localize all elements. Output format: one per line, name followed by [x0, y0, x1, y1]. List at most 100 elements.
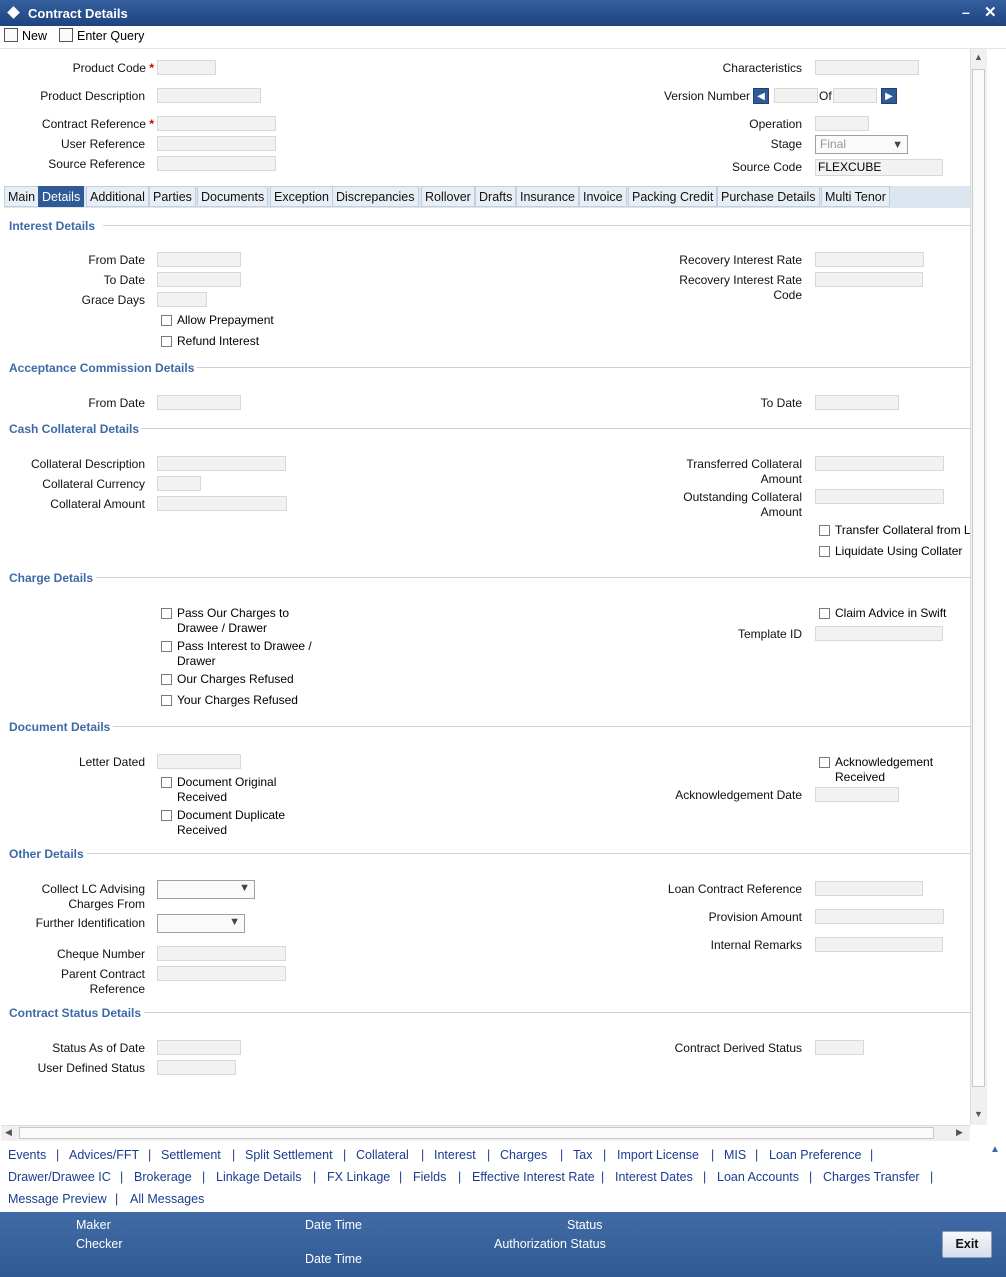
- link-mis[interactable]: MIS: [724, 1148, 746, 1162]
- link-collateral[interactable]: Collateral: [356, 1148, 409, 1162]
- minimize-icon[interactable]: –: [962, 4, 970, 20]
- collateral-description-input[interactable]: [157, 456, 286, 471]
- enter-query-button[interactable]: Enter Query: [59, 28, 144, 43]
- our-charges-refused-checkbox[interactable]: [161, 674, 172, 685]
- horizontal-scrollbar[interactable]: ◀ ▶: [1, 1125, 970, 1141]
- tab-purchase-details[interactable]: Purchase Details: [717, 186, 820, 207]
- total-versions-input[interactable]: [833, 88, 877, 103]
- collateral-amount-input[interactable]: [157, 496, 287, 511]
- link-advices-fft[interactable]: Advices/FFT: [69, 1148, 139, 1162]
- link-loan-accounts[interactable]: Loan Accounts: [717, 1170, 799, 1184]
- stage-select[interactable]: Final ▼: [815, 135, 908, 154]
- link-brokerage[interactable]: Brokerage: [134, 1170, 192, 1184]
- transferred-collateral-input[interactable]: [815, 456, 944, 471]
- link-interest-dates[interactable]: Interest Dates: [615, 1170, 693, 1184]
- acknowledgement-date-input[interactable]: [815, 787, 899, 802]
- tab-documents[interactable]: Documents: [197, 186, 269, 207]
- transfer-collateral-checkbox[interactable]: [819, 525, 830, 536]
- source-reference-input[interactable]: [157, 156, 276, 171]
- scroll-down-icon[interactable]: ▼: [974, 1109, 983, 1119]
- link-settlement[interactable]: Settlement: [161, 1148, 221, 1162]
- link-all-messages[interactable]: All Messages: [130, 1192, 204, 1206]
- tab-drafts[interactable]: Drafts: [475, 186, 517, 207]
- collateral-currency-input[interactable]: [157, 476, 201, 491]
- recovery-interest-rate-input[interactable]: [815, 252, 924, 267]
- tab-exception[interactable]: Exception: [270, 186, 333, 207]
- horizontal-scroll-thumb[interactable]: [19, 1127, 934, 1139]
- liquidate-collateral-checkbox[interactable]: [819, 546, 830, 557]
- recovery-rate-code-input[interactable]: [815, 272, 923, 287]
- status-as-of-date-input[interactable]: [157, 1040, 241, 1055]
- next-version-button[interactable]: ▶: [881, 88, 897, 104]
- acceptance-from-date-input[interactable]: [157, 395, 241, 410]
- claim-advice-checkbox[interactable]: [819, 608, 830, 619]
- vertical-scroll-thumb[interactable]: [972, 69, 985, 1087]
- exit-button[interactable]: Exit: [942, 1231, 992, 1258]
- link-charges[interactable]: Charges: [500, 1148, 547, 1162]
- link-message-preview[interactable]: Message Preview: [8, 1192, 107, 1206]
- pass-interest-checkbox[interactable]: [161, 641, 172, 652]
- new-button[interactable]: New: [4, 28, 47, 43]
- tab-invoice[interactable]: Invoice: [579, 186, 627, 207]
- operation-input[interactable]: [815, 116, 869, 131]
- grace-days-input[interactable]: [157, 292, 207, 307]
- close-icon[interactable]: ✕: [984, 3, 997, 21]
- collapse-links-icon[interactable]: ▲: [990, 1144, 1000, 1155]
- tab-insurance[interactable]: Insurance: [516, 186, 579, 207]
- internal-remarks-input[interactable]: [815, 937, 943, 952]
- link-loan-preference[interactable]: Loan Preference: [769, 1148, 861, 1162]
- allow-prepayment-checkbox[interactable]: [161, 315, 172, 326]
- link-split-settlement[interactable]: Split Settlement: [245, 1148, 333, 1162]
- link-events[interactable]: Events: [8, 1148, 46, 1162]
- scroll-left-icon[interactable]: ◀: [5, 1127, 12, 1138]
- cheque-number-input[interactable]: [157, 946, 286, 961]
- previous-version-button[interactable]: ◀: [753, 88, 769, 104]
- provision-amount-input[interactable]: [815, 909, 944, 924]
- your-charges-refused-checkbox[interactable]: [161, 695, 172, 706]
- link-drawer-drawee-ic[interactable]: Drawer/Drawee IC: [8, 1170, 111, 1184]
- document-duplicate-checkbox[interactable]: [161, 810, 172, 821]
- scroll-right-icon[interactable]: ▶: [956, 1127, 963, 1138]
- tab-multi-tenor[interactable]: Multi Tenor: [821, 186, 890, 207]
- vertical-scrollbar[interactable]: ▲ ▼: [970, 49, 987, 1125]
- link-import-license[interactable]: Import License: [617, 1148, 699, 1162]
- product-code-input[interactable]: [157, 60, 216, 75]
- link-interest[interactable]: Interest: [434, 1148, 476, 1162]
- tab-parties[interactable]: Parties: [149, 186, 196, 207]
- tab-rollover[interactable]: Rollover: [421, 186, 475, 207]
- outstanding-collateral-input[interactable]: [815, 489, 944, 504]
- further-identification-select[interactable]: ▼: [157, 914, 245, 933]
- tab-additional[interactable]: Additional: [86, 186, 149, 207]
- link-fx-linkage[interactable]: FX Linkage: [327, 1170, 390, 1184]
- tab-details[interactable]: Details: [38, 186, 85, 207]
- user-defined-status-input[interactable]: [157, 1060, 236, 1075]
- contract-reference-input[interactable]: [157, 116, 276, 131]
- version-number-input[interactable]: [774, 88, 818, 103]
- tab-discrepancies[interactable]: Discrepancies: [332, 186, 419, 207]
- document-original-checkbox[interactable]: [161, 777, 172, 788]
- interest-from-date-input[interactable]: [157, 252, 241, 267]
- loan-contract-reference-input[interactable]: [815, 881, 923, 896]
- link-fields[interactable]: Fields: [413, 1170, 446, 1184]
- link-charges-transfer[interactable]: Charges Transfer: [823, 1170, 920, 1184]
- tab-main[interactable]: Main: [4, 186, 40, 207]
- product-description-input[interactable]: [157, 88, 261, 103]
- user-reference-input[interactable]: [157, 136, 276, 151]
- acceptance-to-date-input[interactable]: [815, 395, 899, 410]
- template-id-input[interactable]: [815, 626, 943, 641]
- contract-derived-status-input[interactable]: [815, 1040, 864, 1055]
- characteristics-input[interactable]: [815, 60, 919, 75]
- source-code-input[interactable]: FLEXCUBE: [815, 159, 943, 176]
- collect-lc-advising-select[interactable]: ▼: [157, 880, 255, 899]
- tab-packing-credit[interactable]: Packing Credit: [628, 186, 718, 207]
- link-linkage-details[interactable]: Linkage Details: [216, 1170, 301, 1184]
- link-tax[interactable]: Tax: [573, 1148, 592, 1162]
- link-effective-interest-rate[interactable]: Effective Interest Rate: [472, 1170, 595, 1184]
- parent-contract-reference-input[interactable]: [157, 966, 286, 981]
- pass-our-charges-checkbox[interactable]: [161, 608, 172, 619]
- refund-interest-checkbox[interactable]: [161, 336, 172, 347]
- acknowledgement-received-checkbox[interactable]: [819, 757, 830, 768]
- interest-to-date-input[interactable]: [157, 272, 241, 287]
- scroll-up-icon[interactable]: ▲: [974, 52, 983, 62]
- letter-dated-input[interactable]: [157, 754, 241, 769]
